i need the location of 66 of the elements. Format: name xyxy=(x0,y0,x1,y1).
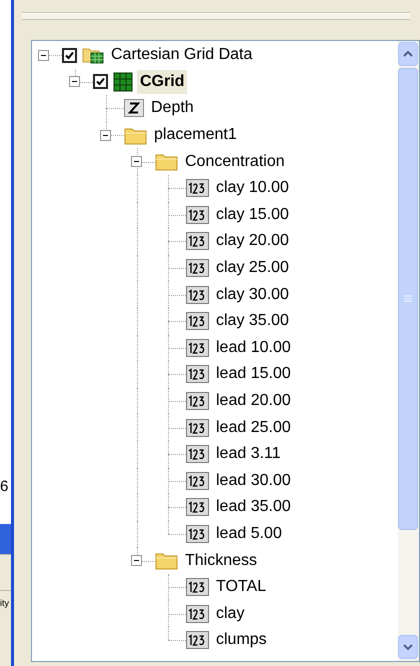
collapse-toggle[interactable] xyxy=(69,76,80,88)
tree-item[interactable]: Concentration xyxy=(182,150,288,174)
scroll-thumb[interactable] xyxy=(398,68,418,530)
check-icon xyxy=(65,50,74,60)
check-icon xyxy=(96,77,105,86)
number-icon xyxy=(186,578,209,596)
number-icon xyxy=(186,179,209,198)
tree-item[interactable]: placement1 xyxy=(151,123,240,148)
tree-item[interactable]: lead 25.00 xyxy=(213,416,294,440)
scroll-down-button[interactable] xyxy=(398,635,418,659)
grid-icon xyxy=(113,72,133,92)
number-icon xyxy=(186,286,209,304)
chevron-down-icon xyxy=(403,644,413,650)
partial-text: 6 xyxy=(0,477,10,497)
tree-item[interactable]: lead 35.00 xyxy=(213,495,294,520)
tree-item[interactable]: CGrid xyxy=(137,70,188,94)
tree-item[interactable]: Depth xyxy=(148,96,197,120)
tree-item[interactable]: lead 15.00 xyxy=(213,362,294,386)
tree-item[interactable]: lead 3.11 xyxy=(213,442,284,466)
number-icon xyxy=(186,206,209,224)
grip-bar[interactable] xyxy=(22,12,410,20)
number-icon xyxy=(186,445,209,464)
number-icon xyxy=(186,524,209,543)
chevron-up-icon xyxy=(403,51,413,57)
folder-grid-icon xyxy=(82,46,104,64)
title-bar-strip xyxy=(0,524,11,554)
number-icon xyxy=(186,232,209,250)
z-icon xyxy=(124,99,144,118)
checkbox[interactable] xyxy=(93,74,108,90)
tree-item[interactable]: lead 20.00 xyxy=(213,389,294,414)
folder-icon xyxy=(124,126,147,145)
collapse-toggle[interactable] xyxy=(38,50,49,61)
tree-item[interactable]: clay 15.00 xyxy=(213,202,292,227)
grip-icon xyxy=(404,295,412,303)
number-icon xyxy=(186,631,209,650)
number-icon xyxy=(186,338,209,357)
scroll-up-button[interactable] xyxy=(398,42,418,66)
tree-item[interactable]: Thickness xyxy=(182,548,260,573)
number-icon xyxy=(186,259,209,278)
number-icon xyxy=(186,472,209,490)
tree-item[interactable]: lead 10.00 xyxy=(213,336,294,360)
tree-item[interactable]: clay 25.00 xyxy=(213,256,292,280)
tree-item[interactable]: lead 30.00 xyxy=(213,468,294,493)
checkbox[interactable] xyxy=(62,48,77,63)
tree-item[interactable]: clay 30.00 xyxy=(213,282,292,307)
tree-item[interactable]: clay xyxy=(213,602,248,626)
tree-item[interactable]: lead 5.00 xyxy=(213,522,285,546)
tree-item[interactable]: clay 10.00 xyxy=(213,176,292,200)
number-icon xyxy=(186,604,209,623)
tree-item[interactable]: clay 20.00 xyxy=(213,229,292,254)
number-icon xyxy=(186,418,209,437)
collapse-toggle[interactable] xyxy=(100,130,111,141)
number-icon xyxy=(186,392,209,410)
number-icon xyxy=(186,312,209,330)
number-icon xyxy=(186,365,209,384)
tree-item[interactable]: clay 35.00 xyxy=(213,309,292,334)
partial-text: ity xyxy=(0,597,10,610)
folder-icon xyxy=(155,551,178,570)
folder-icon xyxy=(155,152,178,172)
collapse-toggle[interactable] xyxy=(131,156,142,168)
tree-item[interactable]: Cartesian Grid Data xyxy=(108,43,256,68)
scrollbar[interactable] xyxy=(398,41,419,661)
number-icon xyxy=(186,498,209,516)
tree-item[interactable]: clumps xyxy=(213,628,270,652)
tree-item[interactable]: TOTAL xyxy=(213,575,270,600)
collapse-toggle[interactable] xyxy=(131,555,142,566)
